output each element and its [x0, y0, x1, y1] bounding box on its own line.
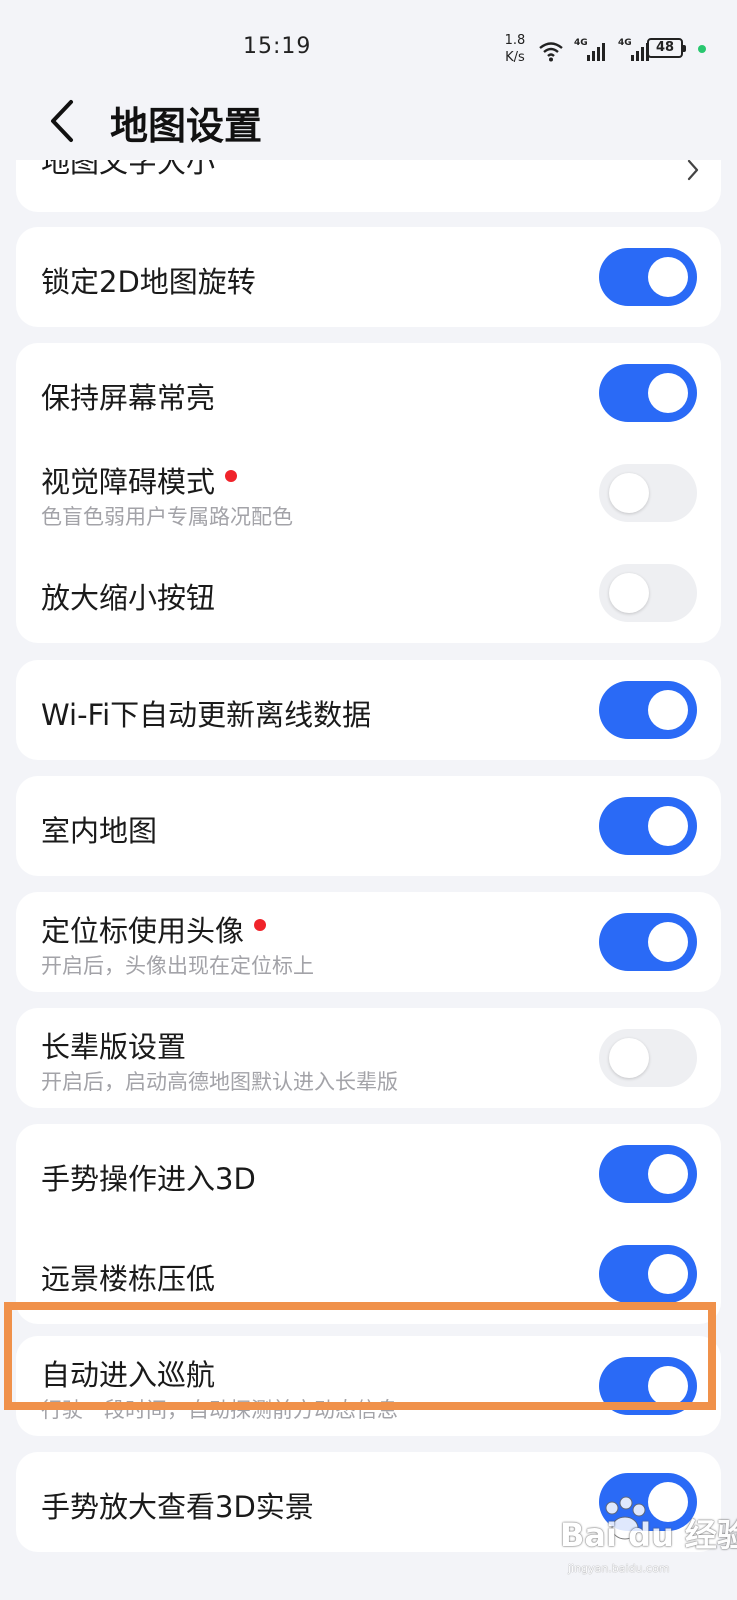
- privacy-indicator-dot: [698, 45, 706, 53]
- toggle-knob: [648, 257, 688, 297]
- setting-label-with-badge: 视觉障碍模式: [41, 459, 238, 501]
- setting-label: Wi-Fi下自动更新离线数据: [41, 698, 372, 732]
- setting-label: 视觉障碍模式: [41, 465, 216, 499]
- toggle-knob: [609, 573, 649, 613]
- setting-label: 定位标使用头像: [41, 914, 245, 948]
- setting-label: 保持屏幕常亮: [41, 381, 216, 415]
- toggle-keep-screen-on[interactable]: [599, 364, 697, 422]
- watermark-subtext: jingyan.baidu.com: [568, 1562, 670, 1575]
- battery-icon: 48: [647, 38, 686, 58]
- watermark-text: Bai du 经验: [560, 1516, 737, 1554]
- setting-row-avatar-locator: 定位标使用头像 开启后，头像出现在定位标上: [16, 892, 721, 992]
- back-button[interactable]: [40, 96, 84, 146]
- toggle-wifi-auto-update[interactable]: [599, 681, 697, 739]
- toggle-distant-buildings-low[interactable]: [599, 1245, 697, 1303]
- settings-card-rotation: 锁定2D地图旋转: [16, 227, 721, 327]
- network-speed-unit: K/s: [505, 50, 525, 65]
- setting-description: 色盲色弱用户专属路况配色: [41, 505, 293, 529]
- setting-label: 地图文字大小: [41, 160, 216, 179]
- settings-card-offline: Wi-Fi下自动更新离线数据: [16, 660, 721, 760]
- setting-label: 手势操作进入3D: [41, 1162, 256, 1196]
- settings-card-indoor: 室内地图: [16, 776, 721, 876]
- toggle-knob: [648, 690, 688, 730]
- setting-row-keep-screen-on: 保持屏幕常亮: [16, 343, 721, 443]
- status-time: 15:19: [243, 34, 312, 59]
- setting-label: 室内地图: [41, 814, 158, 848]
- chevron-left-icon: [51, 100, 73, 142]
- setting-row-zoom-buttons: 放大缩小按钮: [16, 543, 721, 643]
- status-icons: 4G 4G: [538, 36, 652, 62]
- toggle-knob: [648, 373, 688, 413]
- new-badge-dot: [254, 919, 267, 931]
- wifi-icon: [539, 42, 563, 62]
- chevron-right-icon: [687, 160, 699, 181]
- setting-label: 长辈版设置: [41, 1030, 187, 1064]
- settings-card-text-size: 地图文字大小: [16, 160, 721, 212]
- setting-label: 远景楼栋压低: [41, 1262, 216, 1296]
- highlight-annotation-box: [4, 1302, 716, 1410]
- toggle-knob: [609, 473, 649, 513]
- network-speed: 1.8 K/s: [500, 32, 530, 66]
- settings-card-3d: 手势操作进入3D 远景楼栋压低: [16, 1124, 721, 1324]
- status-bar: 15:19 1.8 K/s 4G 4G 48: [0, 0, 737, 90]
- toggle-visual-impairment-mode[interactable]: [599, 464, 697, 522]
- toggle-knob: [648, 1254, 688, 1294]
- settings-card-avatar: 定位标使用头像 开启后，头像出现在定位标上: [16, 892, 721, 992]
- toggle-knob: [648, 806, 688, 846]
- baidu-jingyan-watermark: Bai du 经验 jingyan.baidu.com: [560, 1492, 737, 1587]
- toggle-zoom-buttons[interactable]: [599, 564, 697, 622]
- settings-card-display: 保持屏幕常亮 视觉障碍模式 色盲色弱用户专属路况配色 放大缩小按钮: [16, 343, 721, 643]
- setting-row-indoor-map: 室内地图: [16, 776, 721, 876]
- setting-row-elder-mode: 长辈版设置 开启后，启动高德地图默认进入长辈版: [16, 1008, 721, 1108]
- app-header: 地图设置: [0, 90, 737, 160]
- setting-description: 开启后，头像出现在定位标上: [41, 954, 314, 978]
- toggle-knob: [648, 922, 688, 962]
- toggle-knob: [609, 1038, 649, 1078]
- setting-label: 手势放大查看3D实景: [41, 1490, 314, 1524]
- toggle-gesture-3d[interactable]: [599, 1145, 697, 1203]
- setting-label: 锁定2D地图旋转: [41, 265, 256, 299]
- cell-signal-icon: [587, 43, 605, 61]
- toggle-knob: [648, 1154, 688, 1194]
- setting-row-lock-2d-rotation: 锁定2D地图旋转: [16, 227, 721, 327]
- toggle-elder-mode[interactable]: [599, 1029, 697, 1087]
- toggle-indoor-map[interactable]: [599, 797, 697, 855]
- setting-description: 开启后，启动高德地图默认进入长辈版: [41, 1070, 398, 1094]
- setting-label-with-badge: 定位标使用头像: [41, 908, 267, 950]
- battery-level: 48: [655, 40, 675, 55]
- page-title: 地图设置: [110, 104, 263, 148]
- setting-row-visual-impairment-mode: 视觉障碍模式 色盲色弱用户专属路况配色: [16, 443, 721, 543]
- setting-row-map-text-size[interactable]: 地图文字大小: [16, 160, 721, 212]
- setting-row-wifi-auto-update: Wi-Fi下自动更新离线数据: [16, 660, 721, 760]
- toggle-avatar-locator[interactable]: [599, 913, 697, 971]
- sim1-signal: 4G: [574, 38, 608, 62]
- new-badge-dot: [225, 470, 238, 482]
- settings-card-elder: 长辈版设置 开启后，启动高德地图默认进入长辈版: [16, 1008, 721, 1108]
- setting-row-gesture-3d: 手势操作进入3D: [16, 1124, 721, 1224]
- setting-label: 放大缩小按钮: [41, 581, 216, 615]
- toggle-lock-2d-rotation[interactable]: [599, 248, 697, 306]
- network-speed-value: 1.8: [504, 33, 526, 48]
